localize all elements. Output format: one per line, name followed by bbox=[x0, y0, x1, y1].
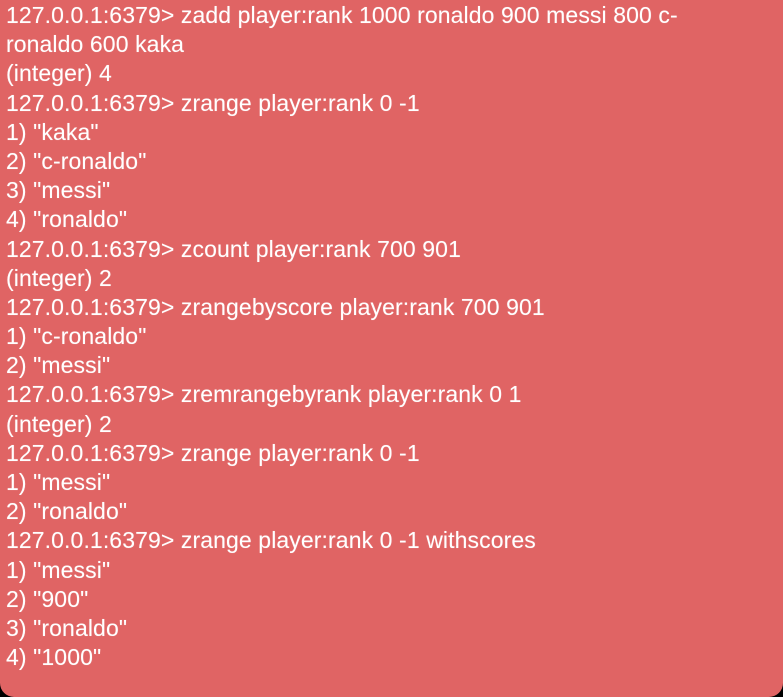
terminal-line-zadd-command-wrap: ronaldo 600 kaka bbox=[6, 31, 185, 58]
terminal-line-output: 4) "ronaldo" bbox=[6, 206, 128, 233]
terminal-line-output: 2) "900" bbox=[6, 585, 89, 612]
terminal-line-output: 2) "c-ronaldo" bbox=[6, 147, 147, 174]
terminal-line-output: (integer) 2 bbox=[6, 410, 112, 437]
terminal-line-output: 3) "ronaldo" bbox=[6, 614, 128, 641]
terminal-line-output: 1) "kaka" bbox=[6, 118, 99, 145]
terminal-line-output: 1) "c-ronaldo" bbox=[6, 323, 147, 350]
terminal-line-output: 4) "1000" bbox=[6, 644, 102, 671]
terminal-line-zcount-command: 127.0.0.1:6379> zcount player:rank 700 9… bbox=[6, 235, 461, 262]
terminal-line-zrangebyscore-command: 127.0.0.1:6379> zrangebyscore player:ran… bbox=[6, 293, 545, 320]
terminal-line-zrange-withscores-command: 127.0.0.1:6379> zrange player:rank 0 -1 … bbox=[6, 527, 536, 554]
terminal-line-output: 1) "messi" bbox=[6, 469, 111, 495]
terminal-line-output: (integer) 2 bbox=[6, 264, 112, 291]
terminal-line-zrange-command: 127.0.0.1:6379> zrange player:rank 0 -1 bbox=[6, 439, 420, 466]
terminal-line-output: 1) "messi" bbox=[6, 556, 111, 583]
terminal-window[interactable]: 127.0.0.1:6379> zadd player:rank 1000 ro… bbox=[0, 0, 783, 697]
terminal-line-zremrangebyrank-command: 127.0.0.1:6379> zremrangebyrank player:r… bbox=[6, 381, 522, 408]
terminal-line-zadd-command: 127.0.0.1:6379> zadd player:rank 1000 ro… bbox=[6, 2, 678, 28]
terminal-line-output: 3) "messi" bbox=[6, 177, 111, 204]
terminal-line-output: (integer) 4 bbox=[6, 60, 112, 87]
terminal-line-output: 2) "messi" bbox=[6, 352, 111, 379]
terminal-line-zrange-command: 127.0.0.1:6379> zrange player:rank 0 -1 bbox=[6, 89, 420, 116]
terminal-line-output: 2) "ronaldo" bbox=[6, 498, 128, 525]
